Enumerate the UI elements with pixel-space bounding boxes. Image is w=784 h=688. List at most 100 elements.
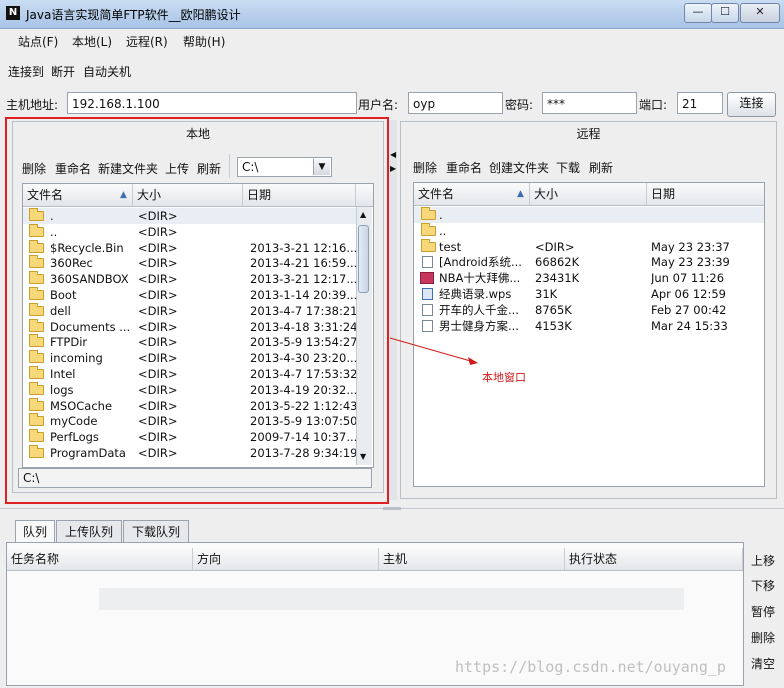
delete-task-button[interactable]: 删除 — [751, 629, 775, 646]
menu-help[interactable]: 帮助(H) — [183, 33, 225, 50]
local-file-row[interactable]: 360SANDBOX <DIR> 2013-3-21 12:17... — [23, 271, 356, 287]
chevron-down-icon[interactable]: ▼ — [313, 159, 330, 175]
folder-icon — [29, 429, 44, 443]
remote-file-row[interactable]: test <DIR> May 23 23:37 — [414, 238, 764, 255]
local-file-row[interactable]: Documents ... <DIR> 2013-4-18 3:31:24 — [23, 318, 356, 335]
host-input[interactable]: 192.168.1.100 — [67, 92, 357, 114]
remote-file-row[interactable]: [Android系统... 66862K May 23 23:39 — [414, 254, 764, 270]
remote-refresh-button[interactable]: 刷新 — [589, 159, 613, 176]
local-file-row[interactable]: PerfLogs <DIR> 2009-7-14 10:37... — [23, 429, 356, 445]
local-cell-date: 2013-4-30 23:20... — [250, 351, 356, 366]
local-rename-button[interactable]: 重命名 — [55, 160, 91, 177]
remote-col-size[interactable]: 大小 — [530, 183, 647, 205]
remote-download-button[interactable]: 下载 — [556, 159, 580, 176]
local-cell-size: <DIR> — [138, 414, 178, 429]
menu-site[interactable]: 站点(F) — [18, 33, 58, 50]
local-file-row[interactable]: . <DIR> — [23, 208, 356, 224]
local-file-row[interactable]: Intel <DIR> 2013-4-7 17:53:32 — [23, 366, 356, 382]
local-refresh-button[interactable]: 刷新 — [197, 160, 221, 177]
pause-button[interactable]: 暂停 — [751, 603, 775, 620]
local-cell-size: <DIR> — [138, 335, 178, 350]
local-cell-size: <DIR> — [138, 351, 178, 366]
local-cell-size: <DIR> — [138, 446, 178, 460]
remote-file-row[interactable]: .. — [414, 222, 764, 239]
local-file-row[interactable]: Boot <DIR> 2013-1-14 20:39... — [23, 287, 356, 303]
minimize-button[interactable]: — — [684, 3, 712, 23]
move-down-button[interactable]: 下移 — [751, 577, 775, 594]
local-upload-button[interactable]: 上传 — [165, 160, 189, 177]
local-file-row[interactable]: 360Rec <DIR> 2013-4-21 16:59... — [23, 255, 356, 271]
queue-col-task[interactable]: 任务名称 — [7, 548, 193, 570]
folder-icon — [29, 366, 44, 379]
scroll-down-icon[interactable]: ▼ — [360, 452, 366, 461]
close-button[interactable]: ✕ — [740, 3, 780, 23]
scroll-thumb[interactable] — [358, 225, 369, 293]
panel-splitter[interactable] — [389, 120, 397, 500]
local-file-row[interactable]: dell <DIR> 2013-4-7 17:38:21 — [23, 302, 356, 319]
local-cell-size: <DIR> — [138, 209, 178, 223]
local-file-row[interactable]: myCode <DIR> 2013-5-9 13:07:50 — [23, 413, 356, 429]
local-file-row[interactable]: incoming <DIR> 2013-4-30 23:20... — [23, 350, 356, 366]
local-cell-name: Intel — [50, 367, 76, 381]
connect-button[interactable]: 连接 — [727, 92, 776, 117]
collapse-left-icon[interactable]: ◀ — [390, 150, 396, 159]
queue-col-host[interactable]: 主机 — [379, 548, 565, 570]
tab-upload-queue[interactable]: 上传队列 — [56, 520, 122, 542]
username-input[interactable]: oyp — [408, 92, 503, 114]
collapse-right-icon[interactable]: ▶ — [390, 164, 396, 173]
tab-queue[interactable]: 队列 — [15, 520, 55, 542]
local-col-name[interactable]: 文件名 ▲ — [23, 184, 133, 206]
queue-col-direction[interactable]: 方向 — [193, 548, 379, 570]
scroll-up-icon[interactable]: ▲ — [360, 210, 366, 219]
menu-local[interactable]: 本地(L) — [72, 33, 112, 50]
local-col-size[interactable]: 大小 — [133, 184, 243, 206]
local-delete-button[interactable]: 删除 — [22, 160, 46, 177]
password-input[interactable]: *** — [542, 92, 637, 114]
local-file-row[interactable]: $Recycle.Bin <DIR> 2013-3-21 12:16... — [23, 239, 356, 256]
local-scrollbar[interactable]: ▲ ▼ — [356, 207, 372, 465]
queue-header: 任务名称 方向 主机 执行状态 — [7, 548, 743, 571]
local-file-row[interactable]: .. <DIR> — [23, 223, 356, 240]
remote-new-folder-button[interactable]: 创建文件夹 — [489, 159, 549, 176]
local-cell-size: <DIR> — [138, 224, 178, 239]
queue-col-status[interactable]: 执行状态 — [565, 548, 743, 570]
local-file-row[interactable]: MSOCache <DIR> 2013-5-22 1:12:43 — [23, 397, 356, 414]
remote-cell-date: May 23 23:39 — [651, 255, 730, 270]
local-cell-date: 2013-1-14 20:39... — [250, 288, 356, 302]
app-icon: N — [6, 6, 20, 20]
local-cell-name: logs — [50, 382, 74, 397]
remote-col-name[interactable]: 文件名 ▲ — [414, 183, 530, 205]
remote-cell-date: Mar 24 15:33 — [651, 318, 728, 333]
menu-remote[interactable]: 远程(R) — [126, 33, 168, 50]
local-cell-name: Boot — [50, 288, 77, 302]
remote-file-row[interactable]: 开车的人千金... 8765K Feb 27 00:42 — [414, 302, 764, 318]
connect-to-button[interactable]: 连接到 — [8, 63, 44, 80]
local-file-row[interactable]: FTPDir <DIR> 2013-5-9 13:54:27 — [23, 334, 356, 350]
maximize-button[interactable]: ☐ — [711, 3, 739, 23]
disconnect-button[interactable]: 断开 — [51, 63, 75, 80]
local-col-date[interactable]: 日期 — [243, 184, 356, 206]
remote-delete-button[interactable]: 删除 — [413, 159, 437, 176]
folder-icon — [29, 318, 44, 332]
local-cell-size: <DIR> — [138, 256, 178, 271]
split-handle[interactable] — [383, 507, 401, 510]
remote-cell-size: <DIR> — [535, 239, 575, 254]
auto-shutdown-button[interactable]: 自动关机 — [83, 63, 131, 80]
port-input[interactable]: 21 — [677, 92, 723, 114]
remote-rename-button[interactable]: 重命名 — [446, 159, 482, 176]
move-up-button[interactable]: 上移 — [751, 552, 775, 569]
remote-file-row[interactable]: NBA十大拜佛... 23431K Jun 07 11:26 — [414, 270, 764, 286]
remote-cell-size: 23431K — [535, 271, 580, 286]
remote-file-row[interactable]: 经典语录.wps 31K Apr 06 12:59 — [414, 286, 764, 302]
tab-download-queue[interactable]: 下载队列 — [123, 520, 189, 542]
remote-col-date[interactable]: 日期 — [647, 183, 764, 205]
local-new-folder-button[interactable]: 新建文件夹 — [98, 160, 158, 177]
local-cell-name: Documents ... — [50, 319, 131, 334]
local-file-row[interactable]: logs <DIR> 2013-4-19 20:32... — [23, 381, 356, 398]
clear-button[interactable]: 清空 — [751, 655, 775, 672]
drive-select[interactable]: C:\ ▼ — [237, 157, 332, 177]
folder-icon — [29, 255, 44, 269]
remote-file-row[interactable]: . — [414, 207, 764, 223]
local-cell-date: 2013-4-18 3:31:24 — [250, 319, 356, 334]
local-file-row[interactable]: ProgramData <DIR> 2013-7-28 9:34:19 — [23, 445, 356, 461]
